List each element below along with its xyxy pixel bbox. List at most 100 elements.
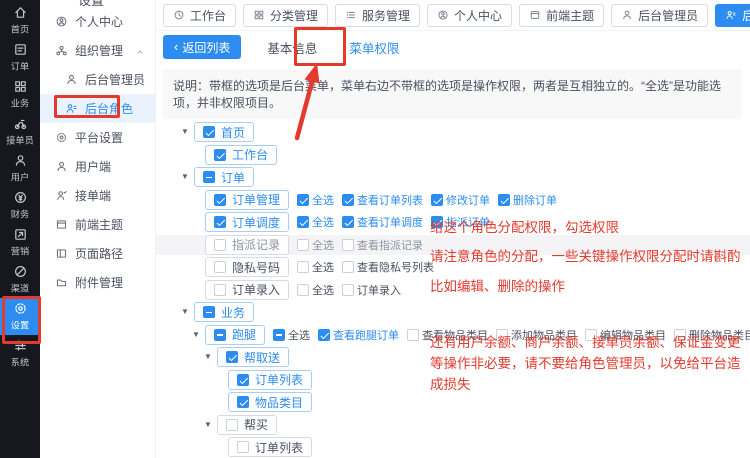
checkbox[interactable] <box>214 149 226 161</box>
checkbox[interactable] <box>297 216 309 228</box>
tree-node-帮取送[interactable]: 帮取送 <box>217 347 289 367</box>
sidebar-item-org-management[interactable]: 组织管理 <box>40 36 155 65</box>
caret-down-icon[interactable]: ▼ <box>204 421 217 429</box>
sidebar-item-admin-roles[interactable]: 后台角色 <box>40 94 155 123</box>
checkbox[interactable] <box>297 239 309 251</box>
checkbox[interactable] <box>498 194 510 206</box>
checkbox[interactable] <box>237 396 249 408</box>
tree-node-业务[interactable]: 业务 <box>194 302 254 322</box>
caret-down-icon[interactable]: ▼ <box>181 308 194 316</box>
rail-item-orders[interactable]: 订单 <box>0 39 40 76</box>
checkbox[interactable] <box>431 216 443 228</box>
tree-node-订单管理[interactable]: 订单管理 <box>205 190 289 210</box>
tree-node-帮买[interactable]: 帮买 <box>217 415 277 435</box>
tree-node-订单列表[interactable]: 订单列表 <box>228 370 312 390</box>
tab-category-management[interactable]: 分类管理 <box>243 4 328 27</box>
checkbox[interactable] <box>407 329 419 341</box>
permission-option[interactable]: 全选 <box>297 192 334 208</box>
tree-node-物品类目[interactable]: 物品类目 <box>228 392 312 412</box>
checkbox[interactable] <box>342 194 354 206</box>
sidebar-item-courier-client[interactable]: 接单端 <box>40 181 155 210</box>
permission-option[interactable]: 全选 <box>297 237 334 253</box>
tab-admin-roles[interactable]: 后台角色✕ <box>715 4 750 27</box>
rail-item-marketing[interactable]: 营销 <box>0 224 40 261</box>
checkbox[interactable] <box>237 441 249 453</box>
permission-option[interactable]: 删除物品类目 <box>674 327 750 343</box>
checkbox[interactable] <box>203 126 215 138</box>
tree-node-工作台[interactable]: 工作台 <box>205 145 277 165</box>
checkbox[interactable] <box>342 261 354 273</box>
permission-option[interactable]: 全选 <box>297 282 334 298</box>
permission-option[interactable]: 指派订单 <box>431 214 490 230</box>
permission-option[interactable]: 编辑物品类目 <box>585 327 666 343</box>
checkbox[interactable] <box>431 194 443 206</box>
sidebar-item-admin-accounts[interactable]: 后台管理员 <box>40 65 155 94</box>
checkbox[interactable] <box>297 261 309 273</box>
sidebar-item-user-client[interactable]: 用户端 <box>40 152 155 181</box>
tab-profile[interactable]: 个人中心 <box>427 4 512 27</box>
checkbox[interactable] <box>297 194 309 206</box>
rail-item-channels[interactable]: 渠道 <box>0 261 40 298</box>
checkbox[interactable] <box>496 329 508 341</box>
checkbox[interactable] <box>273 329 285 341</box>
checkbox[interactable] <box>674 329 686 341</box>
rail-item-system[interactable]: 系统 <box>0 335 40 372</box>
rail-item-users[interactable]: 用户 <box>0 150 40 187</box>
tree-node-订单[interactable]: 订单 <box>194 167 254 187</box>
tab-admin-accounts[interactable]: 后台管理员 <box>611 4 708 27</box>
tree-node-指派记录[interactable]: 指派记录 <box>205 235 289 255</box>
checkbox[interactable] <box>226 351 238 363</box>
permission-option[interactable]: 全选 <box>273 327 310 343</box>
tree-node-隐私号码[interactable]: 隐私号码 <box>205 257 289 277</box>
tab-service-management[interactable]: 服务管理 <box>335 4 420 27</box>
checkbox[interactable] <box>342 216 354 228</box>
permission-option[interactable]: 查看订单列表 <box>342 192 423 208</box>
rail-item-business[interactable]: 业务 <box>0 76 40 113</box>
rail-item-settings[interactable]: 设置 <box>0 298 40 335</box>
sidebar-item-attachments[interactable]: 附件管理 <box>40 268 155 297</box>
checkbox[interactable] <box>585 329 597 341</box>
detail-tab-basic-info[interactable]: 基本信息 <box>267 38 317 57</box>
detail-tab-menu-permissions[interactable]: 菜单权限 <box>349 38 399 57</box>
checkbox[interactable] <box>214 239 226 251</box>
checkbox[interactable] <box>342 239 354 251</box>
tree-node-订单列表[interactable]: 订单列表 <box>228 437 312 457</box>
checkbox[interactable] <box>342 284 354 296</box>
caret-down-icon[interactable]: ▼ <box>181 173 194 181</box>
rail-item-couriers[interactable]: 接单员 <box>0 113 40 150</box>
rail-item-home[interactable]: 首页 <box>0 2 40 39</box>
checkbox[interactable] <box>318 329 330 341</box>
permission-option[interactable]: 查看订单调度 <box>342 214 423 230</box>
checkbox[interactable] <box>214 284 226 296</box>
checkbox[interactable] <box>214 194 226 206</box>
permission-option[interactable]: 添加物品类目 <box>496 327 577 343</box>
checkbox[interactable] <box>203 306 215 318</box>
permission-option[interactable]: 查看指派记录 <box>342 237 423 253</box>
back-to-list-button[interactable]: ‹ 返回列表 <box>163 35 241 59</box>
tab-workbench[interactable]: 工作台 <box>163 4 236 27</box>
sidebar-item-frontend-theme[interactable]: 前端主题 <box>40 210 155 239</box>
tree-node-首页[interactable]: 首页 <box>194 122 254 142</box>
checkbox[interactable] <box>226 419 238 431</box>
sidebar-item-page-paths[interactable]: 页面路径 <box>40 239 155 268</box>
caret-down-icon[interactable]: ▼ <box>204 353 217 361</box>
checkbox[interactable] <box>297 284 309 296</box>
permission-option[interactable]: 修改订单 <box>431 192 490 208</box>
tree-node-订单调度[interactable]: 订单调度 <box>205 212 289 232</box>
checkbox[interactable] <box>203 171 215 183</box>
checkbox[interactable] <box>214 216 226 228</box>
permission-option[interactable]: 删除订单 <box>498 192 557 208</box>
permission-option[interactable]: 查看物品类目 <box>407 327 488 343</box>
permission-option[interactable]: 全选 <box>297 214 334 230</box>
tab-frontend-theme[interactable]: 前端主题 <box>519 4 604 27</box>
permission-option[interactable]: 全选 <box>297 259 334 275</box>
checkbox[interactable] <box>214 261 226 273</box>
checkbox[interactable] <box>214 329 226 341</box>
tree-node-跑腿[interactable]: 跑腿 <box>205 325 265 345</box>
tree-node-订单录入[interactable]: 订单录入 <box>205 280 289 300</box>
permission-option[interactable]: 订单录入 <box>342 282 401 298</box>
caret-down-icon[interactable]: ▼ <box>181 128 194 136</box>
rail-item-finance[interactable]: 财务 <box>0 187 40 224</box>
sidebar-item-profile[interactable]: 个人中心 <box>40 7 155 36</box>
permission-option[interactable]: 查看隐私号列表 <box>342 259 434 275</box>
